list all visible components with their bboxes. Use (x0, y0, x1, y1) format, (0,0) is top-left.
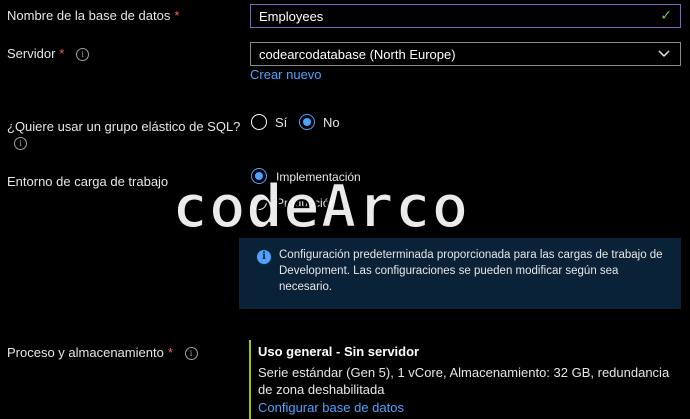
required-mark: * (174, 8, 180, 23)
info-icon[interactable]: i (14, 137, 27, 150)
required-mark: * (167, 345, 173, 360)
elastic-pool-yes-label: Sí (275, 115, 288, 130)
elastic-pool-label: ¿Quiere usar un grupo elástico de SQL? (7, 119, 241, 134)
elastic-pool-yes-radio[interactable] (251, 114, 267, 130)
server-select[interactable]: codearcodatabase (North Europe) (250, 42, 681, 66)
database-name-input[interactable]: Employees ✓ (250, 4, 681, 28)
compute-tier: Uso general - Sin servidor (258, 344, 420, 359)
required-mark: * (59, 46, 65, 61)
workload-info-box: i Configuración predeterminada proporcio… (239, 238, 681, 309)
chevron-down-icon (658, 50, 670, 58)
compute-description: Serie estándar (Gen 5), 1 vCore, Almacen… (258, 365, 670, 397)
configure-database-link[interactable]: Configurar base de datos (258, 400, 404, 415)
watermark: codeArco (171, 171, 469, 243)
compute-label: Proceso y almacenamiento * i (7, 345, 198, 361)
database-name-label: Nombre de la base de datos * (7, 8, 180, 23)
workload-info-text: Configuración predeterminada proporciona… (279, 249, 663, 293)
create-server-link[interactable]: Crear nuevo (250, 67, 322, 82)
info-icon[interactable]: i (184, 347, 198, 361)
server-label: Servidor * i (7, 46, 90, 62)
elastic-pool-no-label: No (323, 115, 340, 130)
check-icon: ✓ (660, 7, 672, 23)
info-filled-icon: i (257, 250, 271, 264)
compute-accent-bar (249, 340, 251, 419)
info-icon[interactable]: i (76, 48, 90, 62)
elastic-pool-no-radio[interactable] (299, 114, 315, 130)
workload-label: Entorno de carga de trabajo (7, 174, 169, 189)
